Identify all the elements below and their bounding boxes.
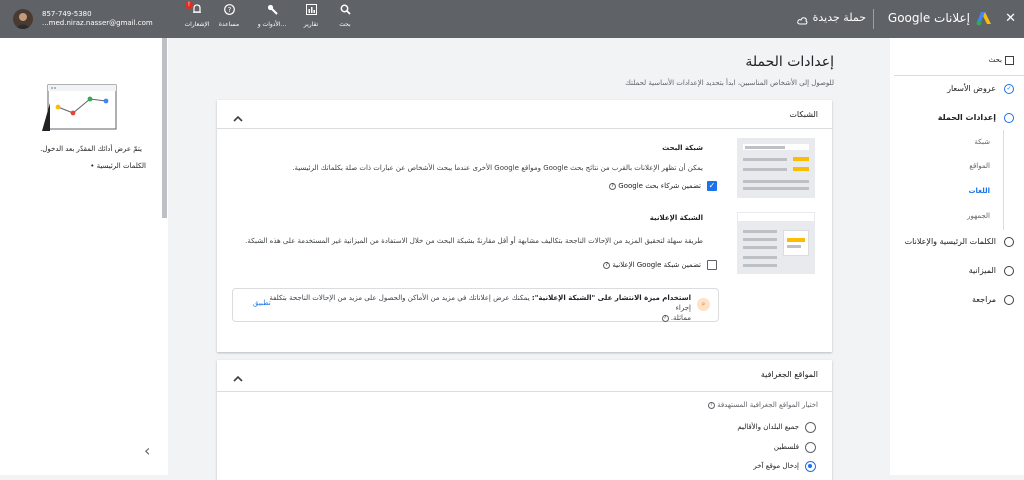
locations-question-row: اختيار المواقع الجغرافية المستهدفة ? — [707, 400, 818, 410]
locations-question: اختيار المواقع الجغرافية المستهدفة — [717, 401, 818, 409]
collapse-networks-icon[interactable] — [232, 109, 244, 122]
current-step-circle-icon — [1004, 113, 1014, 123]
locations-header: المواقع الجغرافية — [760, 370, 818, 379]
reports-tool-label: تقارير — [303, 21, 319, 28]
notifications-label: الإشعارات — [184, 21, 210, 28]
step-circle-icon — [1004, 295, 1014, 305]
networks-card: الشبكات شبكة البحث يمكن أن تظهر الإعلانا… — [217, 100, 832, 352]
tip-body-2: مماثلة. — [670, 314, 691, 322]
radio-other-location[interactable] — [805, 461, 816, 472]
search-network-illustration — [737, 138, 815, 198]
wrench-icon — [252, 3, 292, 20]
keywords-bullet-label: الكلمات الرئيسية — [96, 162, 146, 170]
product-name: إعلانات Google — [887, 11, 970, 25]
nav-search[interactable]: بحث — [989, 54, 1014, 66]
notifications-button[interactable]: الإشعارات ! — [180, 1, 214, 35]
step-circle-icon — [1004, 266, 1014, 276]
nav-step-campaign-settings[interactable]: إعدادات الحملة — [938, 111, 996, 125]
locations-card: المواقع الجغرافية اختيار المواقع الجغراف… — [217, 360, 832, 480]
page-title: إعدادات الحملة — [745, 54, 834, 70]
cloud-icon — [797, 12, 808, 25]
reports-tool-button[interactable]: تقارير — [294, 3, 328, 35]
display-network-row: تضمين شبكة Google الإعلانية ? — [603, 260, 701, 270]
performance-chart-illustration — [40, 83, 118, 133]
nav-separator — [894, 75, 1024, 76]
nav-step-bids[interactable]: عروض الأسعار — [947, 82, 996, 96]
google-ads-logo — [976, 11, 992, 26]
card-divider — [217, 391, 832, 392]
top-bar: ✕ إعلانات Google حملة جديدة بحث تقارير ا… — [0, 0, 1024, 38]
keywords-bullet: الكلمات الرئيسية • — [90, 162, 146, 170]
nav-sub-networks[interactable]: شبكة — [974, 137, 990, 151]
tools-label: الأدوات و... — [257, 21, 287, 28]
help-icon[interactable]: ? — [609, 182, 617, 190]
help-icon[interactable]: ? — [661, 314, 669, 322]
nav-step-keywords-ads[interactable]: الكلمات الرئيسية والإعلانات — [905, 235, 996, 249]
apply-link[interactable]: تطبيق — [253, 298, 271, 308]
display-network-label: تضمين شبكة Google الإعلانية — [612, 261, 701, 269]
help-button[interactable]: ? مساعدة — [212, 3, 246, 35]
substeps-line — [1003, 130, 1004, 230]
notification-badge: ! — [185, 1, 193, 9]
avatar[interactable] — [13, 9, 33, 29]
search-tool-button[interactable]: بحث — [328, 3, 362, 35]
performance-pane: يتمّ عرض أدائك المقدّر بعد الدخول. الكلم… — [0, 38, 168, 475]
scrollbar[interactable] — [162, 38, 167, 218]
search-network-desc: يمكن أن تظهر الإعلانات بالقرب من نتائج ب… — [292, 164, 703, 172]
help-icon[interactable]: ? — [603, 261, 611, 269]
help-label: مساعدة — [218, 21, 240, 28]
option-all-countries[interactable]: جميع البلدان والأقاليم — [737, 422, 799, 432]
account-phone: 857-749-5380 — [42, 10, 92, 18]
display-network-title: الشبكة الإعلانية — [649, 214, 703, 222]
reports-icon — [294, 3, 328, 20]
collapse-locations-icon[interactable] — [232, 369, 244, 382]
nav-sub-locations[interactable]: المواقع — [969, 161, 990, 175]
nav-search-label: بحث — [988, 56, 1002, 64]
display-network-desc: طريقة سهلة لتحقيق المزيد من الإحالات الن… — [245, 237, 703, 245]
step-circle-icon — [1004, 237, 1014, 247]
account-email[interactable]: ...med.niraz.nasser@gmail.com — [42, 19, 153, 28]
nav-step-review[interactable]: مراجعة — [972, 293, 996, 307]
display-network-checkbox[interactable] — [707, 260, 717, 270]
tip-text: استخدام ميزة الانتشار على "الشبكة الإعلا… — [261, 293, 691, 323]
nav-search-icon — [1005, 55, 1014, 65]
option-palestine[interactable]: فلسطين — [774, 442, 799, 452]
divider — [873, 9, 874, 29]
tip-bold: استخدام ميزة الانتشار على "الشبكة الإعلا… — [531, 294, 691, 302]
lightbulb-icon: ⌕ — [697, 298, 710, 311]
search-partners-label: تضمين شركاء بحث Google — [618, 182, 701, 190]
page-subtitle: للوصول إلى الأشخاص المناسبين، ابدأ بتحدي… — [625, 79, 834, 87]
search-tool-label: بحث — [339, 21, 351, 28]
networks-header: الشبكات — [789, 110, 818, 119]
card-divider — [217, 128, 832, 129]
nav-step-budget[interactable]: الميزانية — [969, 264, 996, 278]
search-partners-checkbox[interactable]: ✓ — [707, 181, 717, 191]
nav-sub-audience[interactable]: الجمهور — [967, 211, 990, 225]
performance-hint: يتمّ عرض أدائك المقدّر بعد الدخول. — [40, 145, 142, 153]
display-expansion-tip: ⌕ استخدام ميزة الانتشار على "الشبكة الإع… — [232, 288, 719, 322]
collapse-pane-icon[interactable]: ‹ — [144, 442, 150, 460]
search-partners-row: تضمين شركاء بحث Google ? — [609, 181, 701, 191]
steps-nav: بحث عروض الأسعار ✓ إعدادات الحملة شبكة ا… — [890, 38, 1024, 475]
radio-all-countries[interactable] — [805, 422, 816, 433]
close-icon[interactable]: ✕ — [1005, 11, 1016, 26]
radio-palestine[interactable] — [805, 442, 816, 453]
display-network-illustration — [737, 212, 815, 274]
nav-sub-languages[interactable]: اللغات — [969, 186, 991, 200]
campaign-name: حملة جديدة — [812, 11, 866, 24]
option-other-location[interactable]: إدخال موقع آخر — [753, 461, 799, 471]
help-icon: ? — [212, 3, 246, 20]
search-icon — [328, 3, 362, 20]
svg-text:?: ? — [227, 6, 231, 14]
search-network-title: شبكة البحث — [662, 144, 703, 152]
help-icon[interactable]: ? — [707, 401, 715, 409]
check-circle-icon: ✓ — [1004, 84, 1014, 94]
tools-button[interactable]: الأدوات و... — [252, 3, 292, 35]
